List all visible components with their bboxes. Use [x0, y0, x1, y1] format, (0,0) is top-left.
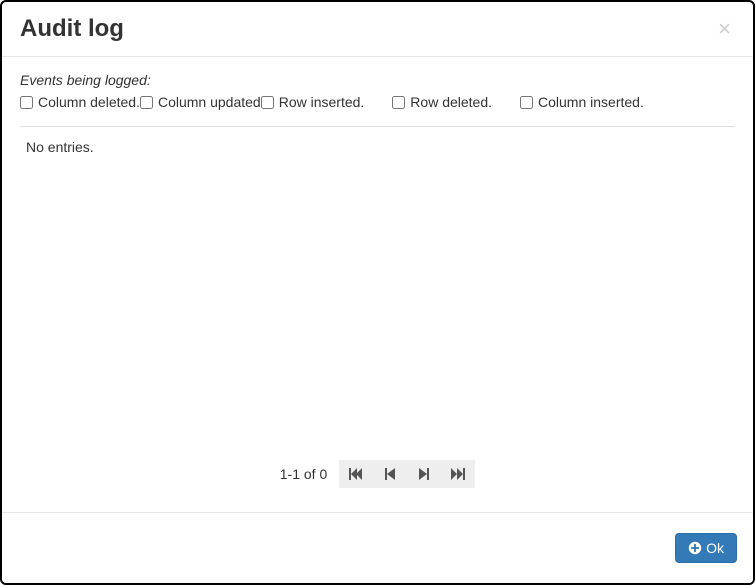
events-row: Column deleted. Column updated Row inser… — [20, 94, 735, 110]
pager-buttons — [339, 460, 475, 488]
modal-body: Events being logged: Column deleted. Col… — [2, 57, 753, 512]
modal-title: Audit log — [20, 15, 714, 43]
event-column-deleted-checkbox[interactable] — [20, 96, 33, 109]
event-row-deleted-checkbox[interactable] — [392, 96, 405, 109]
events-heading: Events being logged: — [20, 72, 735, 88]
close-button[interactable]: × — [714, 18, 735, 40]
divider — [20, 126, 735, 127]
pager: 1-1 of 0 — [20, 454, 735, 502]
modal-header: Audit log × — [2, 2, 753, 57]
ok-button-label: Ok — [706, 540, 724, 556]
pager-next-button[interactable] — [407, 460, 441, 488]
event-label: Row inserted. — [279, 94, 365, 110]
event-column-updated[interactable]: Column updated — [140, 94, 261, 110]
prev-page-icon — [385, 468, 395, 480]
event-column-updated-checkbox[interactable] — [140, 96, 153, 109]
modal-footer: Ok — [2, 512, 753, 583]
event-label: Column updated — [158, 94, 261, 110]
pager-last-button[interactable] — [441, 460, 475, 488]
first-page-icon — [349, 468, 363, 480]
pager-text: 1-1 of 0 — [280, 466, 327, 482]
audit-log-modal: Audit log × Events being logged: Column … — [0, 0, 755, 585]
entries-area: No entries. — [20, 137, 735, 454]
plus-circle-icon — [688, 541, 702, 555]
event-row-deleted[interactable]: Row deleted. — [392, 94, 492, 110]
event-row-inserted-checkbox[interactable] — [261, 96, 274, 109]
ok-button[interactable]: Ok — [675, 533, 737, 563]
close-icon: × — [718, 16, 731, 41]
next-page-icon — [419, 468, 429, 480]
no-entries-text: No entries. — [26, 139, 94, 155]
pager-prev-button[interactable] — [373, 460, 407, 488]
event-label: Column inserted. — [538, 94, 644, 110]
event-column-deleted[interactable]: Column deleted. — [20, 94, 140, 110]
event-column-inserted-checkbox[interactable] — [520, 96, 533, 109]
event-label: Row deleted. — [410, 94, 492, 110]
event-label: Column deleted. — [38, 94, 140, 110]
pager-first-button[interactable] — [339, 460, 373, 488]
last-page-icon — [451, 468, 465, 480]
event-column-inserted[interactable]: Column inserted. — [520, 94, 644, 110]
event-row-inserted[interactable]: Row inserted. — [261, 94, 365, 110]
